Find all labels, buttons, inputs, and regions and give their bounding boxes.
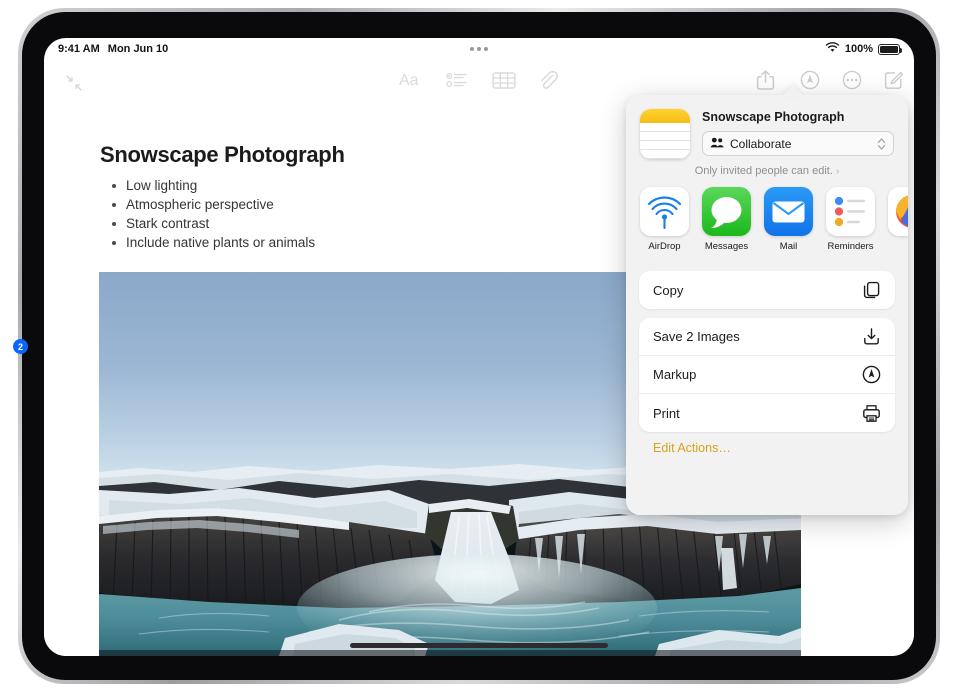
share-app-airdrop[interactable]: AirDrop bbox=[640, 187, 689, 265]
reminders-icon bbox=[826, 187, 875, 236]
action-row-print[interactable]: Print bbox=[639, 394, 895, 432]
paperclip-icon[interactable] bbox=[538, 70, 558, 91]
note-title: Snowscape Photograph bbox=[100, 142, 345, 168]
more-ellipsis-icon[interactable] bbox=[842, 70, 862, 90]
callout-marker-2: 2 bbox=[13, 339, 28, 354]
status-bar: 9:41 AM Mon Jun 10 100% bbox=[44, 38, 914, 60]
format-aa-button[interactable]: Aa bbox=[399, 72, 419, 90]
table-icon[interactable] bbox=[492, 71, 516, 90]
share-app-label: Messages bbox=[702, 241, 751, 252]
collaborate-label: Collaborate bbox=[730, 137, 791, 151]
mail-icon bbox=[764, 187, 813, 236]
status-time: 9:41 AM bbox=[58, 43, 100, 55]
save-download-icon bbox=[862, 327, 881, 346]
share-app-mail[interactable]: Mail bbox=[764, 187, 813, 265]
airdrop-icon bbox=[640, 187, 689, 236]
share-actions-wrap: Copy Save 2 Images bbox=[626, 271, 908, 455]
chevron-up-down-icon bbox=[877, 137, 886, 151]
share-app-row[interactable]: AirDrop Messages Mail bbox=[626, 187, 908, 265]
popover-tail bbox=[782, 85, 804, 96]
printer-icon bbox=[862, 404, 881, 423]
status-bar-left: 9:41 AM Mon Jun 10 bbox=[58, 43, 168, 55]
share-action-group-1: Copy bbox=[639, 271, 895, 309]
share-app-label: Reminders bbox=[826, 241, 875, 252]
share-icon[interactable] bbox=[756, 69, 775, 91]
ipad-screen: 9:41 AM Mon Jun 10 100% bbox=[44, 38, 914, 656]
action-label: Copy bbox=[653, 283, 683, 298]
share-action-group-2: Save 2 Images Markup bbox=[639, 318, 895, 432]
notes-app-icon bbox=[640, 109, 690, 159]
compose-icon[interactable] bbox=[884, 70, 904, 90]
status-date: Mon Jun 10 bbox=[108, 43, 169, 55]
share-sheet-popover: Snowscape Photograph Collaborate bbox=[626, 95, 908, 515]
people-icon bbox=[710, 137, 724, 151]
share-sheet-title: Snowscape Photograph bbox=[702, 110, 894, 124]
action-label: Print bbox=[653, 406, 680, 421]
checklist-icon[interactable] bbox=[446, 71, 468, 90]
action-label: Save 2 Images bbox=[653, 329, 740, 344]
note-bullet-item: Include native plants or animals bbox=[106, 233, 315, 252]
permission-note-text: Only invited people can edit. bbox=[695, 165, 833, 177]
note-bullet-item: Low lighting bbox=[106, 176, 315, 195]
collaborate-dropdown[interactable]: Collaborate bbox=[702, 131, 894, 156]
copy-icon bbox=[862, 281, 881, 300]
battery-percent: 100% bbox=[845, 43, 873, 55]
home-indicator[interactable] bbox=[350, 643, 608, 648]
messages-icon bbox=[702, 187, 751, 236]
note-bullet-item: Stark contrast bbox=[106, 214, 315, 233]
share-app-label: Fr bbox=[888, 241, 908, 252]
collapse-arrows-icon[interactable] bbox=[60, 69, 88, 97]
multitasking-control[interactable] bbox=[470, 47, 488, 51]
share-app-label: AirDrop bbox=[640, 241, 689, 252]
multitasking-dots-icon bbox=[470, 47, 488, 51]
share-app-label: Mail bbox=[764, 241, 813, 252]
note-bullet-list: Low lighting Atmospheric perspective Sta… bbox=[106, 176, 315, 252]
chevron-right-icon: › bbox=[836, 166, 839, 177]
permission-note[interactable]: Only invited people can edit. › bbox=[626, 165, 908, 177]
note-bullet-item: Atmospheric perspective bbox=[106, 195, 315, 214]
freeform-icon bbox=[888, 187, 908, 236]
action-label: Markup bbox=[653, 367, 696, 382]
action-row-markup[interactable]: Markup bbox=[639, 356, 895, 394]
battery-icon bbox=[878, 44, 900, 55]
share-sheet-header: Snowscape Photograph Collaborate bbox=[626, 95, 908, 187]
action-row-save-images[interactable]: Save 2 Images bbox=[639, 318, 895, 356]
action-row-copy[interactable]: Copy bbox=[639, 271, 895, 309]
share-app-freeform[interactable]: Fr bbox=[888, 187, 908, 265]
share-app-reminders[interactable]: Reminders bbox=[826, 187, 875, 265]
share-app-messages[interactable]: Messages bbox=[702, 187, 751, 265]
wifi-icon bbox=[825, 42, 840, 56]
markup-pen-icon bbox=[862, 365, 881, 384]
edit-actions-button[interactable]: Edit Actions… bbox=[653, 441, 895, 455]
status-bar-right: 100% bbox=[825, 42, 900, 56]
